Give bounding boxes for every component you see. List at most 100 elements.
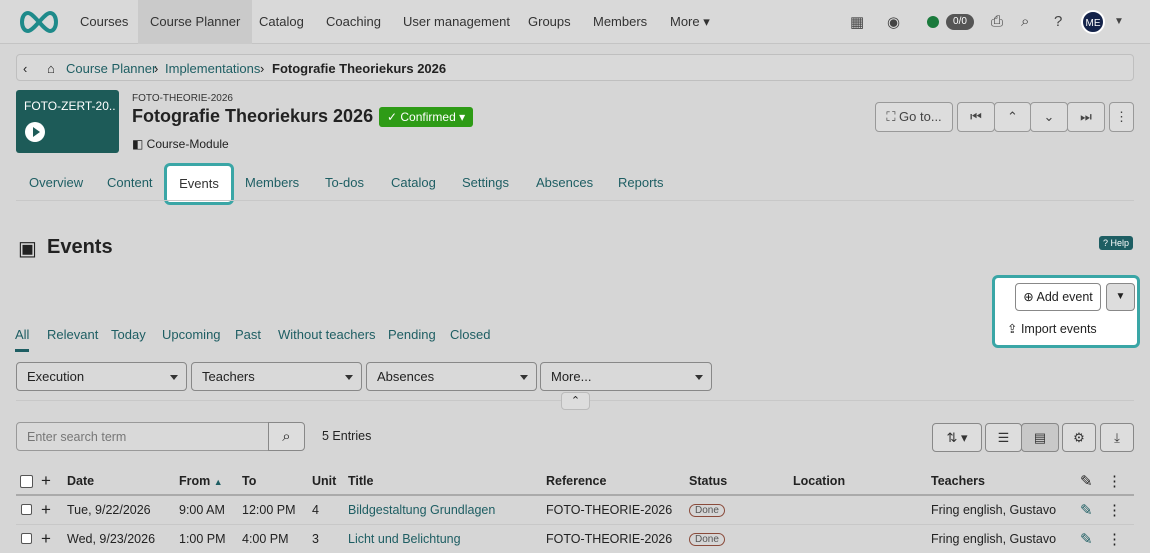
nav-user-management[interactable]: User management — [403, 0, 510, 44]
breadcrumb-implementations[interactable]: Implementations — [165, 61, 260, 76]
search-icon[interactable]: ⌕ — [1021, 13, 1029, 30]
col-reference[interactable]: Reference — [546, 474, 606, 488]
edit-icon[interactable]: ✎ — [1080, 501, 1093, 519]
tab-reports[interactable]: Reports — [618, 175, 664, 190]
course-thumbnail[interactable]: FOTO-ZERT-20... — [16, 90, 119, 153]
filter-closed[interactable]: Closed — [450, 327, 490, 342]
execution-filter[interactable]: Execution — [16, 362, 187, 391]
play-icon[interactable] — [25, 122, 45, 142]
online-count-badge[interactable]: 0/0 — [946, 14, 974, 30]
nav-members[interactable]: Members — [593, 0, 647, 44]
help-icon[interactable]: ? — [1054, 13, 1062, 30]
cell-date: Wed, 9/23/2026 — [67, 532, 156, 546]
print-icon[interactable]: ⎙ — [991, 13, 1003, 30]
page-title: Fotografie Theoriekurs 2026 — [132, 106, 374, 126]
table-view-icon[interactable]: ▤ — [1021, 423, 1059, 452]
breadcrumb-course-planner[interactable]: Course Planner — [66, 61, 156, 76]
col-title[interactable]: Title — [348, 474, 373, 488]
first-icon[interactable]: ⏮ — [957, 102, 995, 132]
search-input-wrapper: Enter search term — [16, 422, 269, 451]
col-date[interactable]: Date — [67, 474, 94, 488]
expand-all-icon[interactable]: + — [41, 471, 51, 491]
col-teachers[interactable]: Teachers — [931, 474, 985, 488]
course-reference: FOTO-THEORIE-2026 — [132, 93, 233, 104]
cell-unit: 4 — [312, 503, 319, 517]
search-icon[interactable]: ⌕ — [268, 422, 305, 451]
col-unit[interactable]: Unit — [312, 474, 336, 488]
goto-button[interactable]: ⛶ Go to... — [875, 102, 953, 132]
col-from[interactable]: From ▲ — [179, 474, 223, 488]
chevron-right-icon: › — [154, 61, 159, 76]
add-event-button[interactable]: ⊕ Add event — [1015, 283, 1101, 311]
edit-icon[interactable]: ✎ — [1080, 472, 1093, 490]
tab-overview[interactable]: Overview — [29, 175, 83, 190]
import-events-item[interactable]: ⇪ Import events — [1007, 321, 1097, 336]
chevron-right-icon: › — [260, 61, 265, 76]
row-checkbox[interactable] — [21, 533, 32, 544]
expand-icon[interactable]: + — [41, 500, 51, 520]
search-input[interactable]: Enter search term — [27, 430, 126, 444]
row-checkbox[interactable] — [21, 504, 32, 515]
list-view-icon[interactable]: ☰ — [985, 423, 1022, 452]
tab-catalog[interactable]: Catalog — [391, 175, 436, 190]
cell-from: 9:00 AM — [179, 503, 225, 517]
calendar-icon[interactable]: ▦ — [850, 13, 864, 31]
tab-members[interactable]: Members — [245, 175, 299, 190]
chevron-down-icon[interactable]: ▼ — [1114, 16, 1124, 27]
logo-icon[interactable] — [16, 10, 62, 34]
more-options-icon[interactable]: ⋮ — [1107, 501, 1122, 519]
filter-pending[interactable]: Pending — [388, 327, 436, 342]
filter-all[interactable]: All — [15, 327, 29, 342]
help-button[interactable]: ? Help — [1099, 236, 1134, 250]
nav-courses[interactable]: Courses — [80, 0, 128, 44]
absences-filter[interactable]: Absences — [366, 362, 537, 391]
cell-title-link[interactable]: Bildgestaltung Grundlagen — [348, 503, 495, 517]
more-options-icon[interactable]: ⋮ — [1109, 102, 1134, 132]
col-location[interactable]: Location — [793, 474, 845, 488]
download-icon[interactable]: ⤓ — [1100, 423, 1134, 452]
thumbnail-title: FOTO-ZERT-20... — [24, 99, 116, 113]
back-icon[interactable]: ‹ — [23, 61, 27, 76]
nav-course-planner[interactable]: Course Planner — [138, 0, 253, 44]
edit-icon[interactable]: ✎ — [1080, 530, 1093, 548]
tab-absences[interactable]: Absences — [536, 175, 593, 190]
more-options-icon[interactable]: ⋮ — [1107, 530, 1122, 548]
nav-more[interactable]: More ▾ — [670, 0, 710, 44]
filter-relevant[interactable]: Relevant — [47, 327, 98, 342]
col-to[interactable]: To — [242, 474, 256, 488]
more-filter[interactable]: More... — [540, 362, 712, 391]
tab-events[interactable]: Events — [164, 163, 234, 205]
sort-button[interactable]: ⇅ ▾ — [932, 423, 982, 452]
filter-without-teachers[interactable]: Without teachers — [278, 327, 376, 342]
col-status[interactable]: Status — [689, 474, 727, 488]
collapse-icon[interactable]: ⌃ — [561, 392, 590, 410]
nav-coaching[interactable]: Coaching — [326, 0, 381, 44]
teachers-filter[interactable]: Teachers — [191, 362, 362, 391]
select-all-checkbox[interactable] — [20, 475, 33, 488]
avatar[interactable]: ME — [1081, 10, 1105, 34]
cell-title-link[interactable]: Licht und Belichtung — [348, 532, 461, 546]
home-icon[interactable]: ⌂ — [47, 61, 55, 76]
filter-today[interactable]: Today — [111, 327, 146, 342]
cell-reference: FOTO-THEORIE-2026 — [546, 503, 673, 517]
gear-icon[interactable]: ⚙ — [1062, 423, 1096, 452]
up-icon[interactable]: ⌃ — [994, 102, 1031, 132]
cell-teachers: Fring english, Gustavo — [931, 503, 1057, 517]
expand-icon[interactable]: + — [41, 529, 51, 549]
nav-groups[interactable]: Groups — [528, 0, 571, 44]
more-options-icon[interactable]: ⋮ — [1107, 472, 1122, 490]
course-type: ◧ Course-Module — [132, 137, 229, 151]
status-badge[interactable]: ✓ Confirmed ▾ — [379, 107, 474, 127]
chevron-down-icon[interactable]: ▼ — [1106, 283, 1135, 311]
tab-content[interactable]: Content — [107, 175, 153, 190]
last-icon[interactable]: ⏭ — [1067, 102, 1105, 132]
down-icon[interactable]: ⌄ — [1030, 102, 1068, 132]
filter-past[interactable]: Past — [235, 327, 261, 342]
nav-catalog[interactable]: Catalog — [259, 0, 304, 44]
tab-todos[interactable]: To-dos — [325, 175, 364, 190]
filter-upcoming[interactable]: Upcoming — [162, 327, 221, 342]
cell-to: 12:00 PM — [242, 503, 296, 517]
cell-to: 4:00 PM — [242, 532, 289, 546]
rss-icon[interactable]: ◉ — [887, 13, 900, 31]
tab-settings[interactable]: Settings — [462, 175, 509, 190]
